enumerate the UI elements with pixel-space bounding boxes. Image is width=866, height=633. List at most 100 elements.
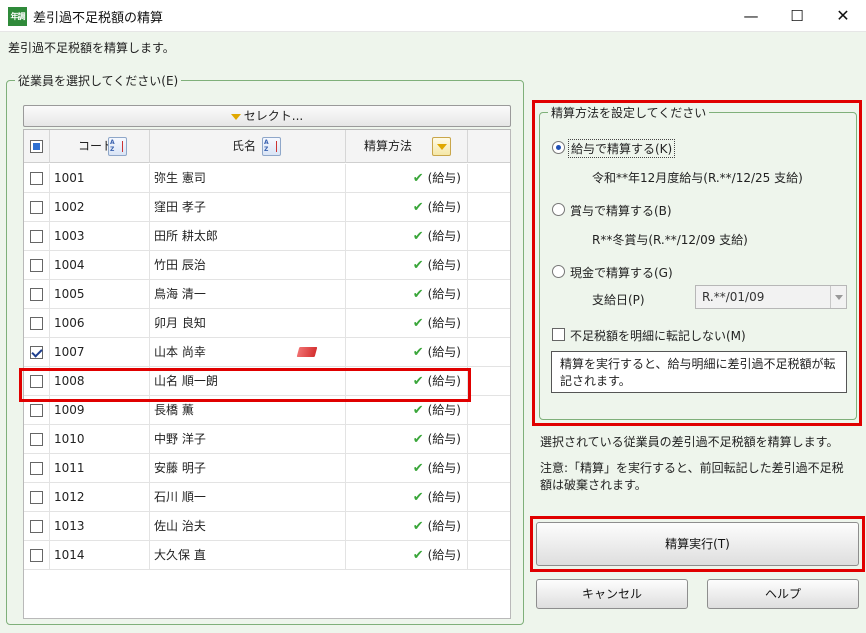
maximize-button[interactable]: ☐ <box>774 0 820 32</box>
row-extra <box>468 454 510 482</box>
checkmark-icon: ✔ <box>412 432 424 447</box>
row-code: 1006 <box>50 309 150 337</box>
row-select-cell <box>24 425 50 453</box>
row-extra <box>468 251 510 279</box>
row-method: ✔ (給与) <box>346 454 468 482</box>
select-button[interactable]: セレクト... <box>23 105 511 127</box>
table-row[interactable]: 1004 竹田 辰治 ✔ (給与) <box>24 251 510 280</box>
row-method-text: (給与) <box>427 461 461 475</box>
row-select-cell <box>24 512 50 540</box>
dialog-body: 差引過不足税額を精算します。 従業員を選択してください(E) セレクト... コ… <box>0 32 866 633</box>
row-method: ✔ (給与) <box>346 483 468 511</box>
row-extra <box>468 338 510 366</box>
table-row[interactable]: 1010 中野 洋子 ✔ (給与) <box>24 425 510 454</box>
row-name: 竹田 辰治 <box>150 251 346 279</box>
minimize-button[interactable]: — <box>728 0 774 32</box>
table-row[interactable]: 1003 田所 耕太郎 ✔ (給与) <box>24 222 510 251</box>
table-row[interactable]: 1014 大久保 直 ✔ (給与) <box>24 541 510 570</box>
row-method: ✔ (給与) <box>346 309 468 337</box>
table-row[interactable]: 1001 弥生 憲司 ✔ (給与) <box>24 164 510 193</box>
checkmark-icon: ✔ <box>412 316 424 331</box>
row-method: ✔ (給与) <box>346 280 468 308</box>
row-select-cell <box>24 454 50 482</box>
select-button-label: セレクト... <box>243 109 304 123</box>
row-checkbox[interactable] <box>30 317 43 330</box>
row-method-text: (給与) <box>427 287 461 301</box>
table-row[interactable]: 1012 石川 順一 ✔ (給与) <box>24 483 510 512</box>
highlight-method-group <box>532 100 862 426</box>
table-row[interactable]: 1007 山本 尚幸 ✔ (給与) <box>24 338 510 367</box>
row-checkbox[interactable] <box>30 433 43 446</box>
window-title: 差引過不足税額の精算 <box>33 11 164 26</box>
row-checkbox[interactable] <box>30 520 43 533</box>
header-extra <box>468 130 510 163</box>
row-code: 1013 <box>50 512 150 540</box>
header-select-all-cell <box>24 130 50 163</box>
table-row[interactable]: 1006 卯月 良知 ✔ (給与) <box>24 309 510 338</box>
info-text-2: 注意:「精算」を実行すると、前回転記した差引過不足税額は破棄されます。 <box>540 461 844 492</box>
header-name-label: 氏名 <box>232 139 257 153</box>
dropdown-triangle-icon <box>230 113 241 120</box>
table-row[interactable]: 1002 窪田 孝子 ✔ (給与) <box>24 193 510 222</box>
row-code: 1014 <box>50 541 150 569</box>
filter-triangle-icon <box>437 144 447 150</box>
row-checkbox[interactable] <box>30 288 43 301</box>
filter-method-icon[interactable] <box>432 137 451 156</box>
row-method-text: (給与) <box>427 548 461 562</box>
table-row[interactable]: 1011 安藤 明子 ✔ (給与) <box>24 454 510 483</box>
sort-code-icon[interactable] <box>108 137 127 156</box>
row-code: 1002 <box>50 193 150 221</box>
row-name-text: 鳥海 清一 <box>154 287 206 301</box>
row-extra <box>468 222 510 250</box>
info-text-1: 選択されている従業員の差引過不足税額を精算します。 <box>540 435 839 449</box>
row-method: ✔ (給与) <box>346 222 468 250</box>
row-name-text: 大久保 直 <box>154 548 206 562</box>
header-code: コード <box>50 130 150 163</box>
row-checkbox[interactable] <box>30 549 43 562</box>
close-button[interactable]: ✕ <box>820 0 866 32</box>
help-button[interactable]: ヘルプ <box>707 579 859 609</box>
table-row[interactable]: 1013 佐山 治夫 ✔ (給与) <box>24 512 510 541</box>
row-method-text: (給与) <box>427 258 461 272</box>
row-name-text: 窪田 孝子 <box>154 200 206 214</box>
row-method: ✔ (給与) <box>346 251 468 279</box>
row-name: 田所 耕太郎 <box>150 222 346 250</box>
row-name: 窪田 孝子 <box>150 193 346 221</box>
cancel-button[interactable]: キャンセル <box>536 579 688 609</box>
row-name: 卯月 良知 <box>150 309 346 337</box>
row-code: 1012 <box>50 483 150 511</box>
header-method: 精算方法 <box>346 130 468 163</box>
row-checkbox[interactable] <box>30 230 43 243</box>
row-checkbox[interactable] <box>30 462 43 475</box>
row-method-text: (給与) <box>427 229 461 243</box>
row-select-cell <box>24 280 50 308</box>
checkmark-icon: ✔ <box>412 229 424 244</box>
row-checkbox[interactable] <box>30 201 43 214</box>
row-checkbox[interactable] <box>30 172 43 185</box>
row-method-text: (給与) <box>427 432 461 446</box>
row-code: 1004 <box>50 251 150 279</box>
row-method-text: (給与) <box>427 403 461 417</box>
row-name-text: 石川 順一 <box>154 490 206 504</box>
row-checkbox[interactable] <box>30 346 43 359</box>
row-name-text: 竹田 辰治 <box>154 258 206 272</box>
table-row[interactable]: 1005 鳥海 清一 ✔ (給与) <box>24 280 510 309</box>
row-method-text: (給与) <box>427 345 461 359</box>
row-method: ✔ (給与) <box>346 193 468 221</box>
select-all-checkbox[interactable] <box>30 140 43 153</box>
row-checkbox[interactable] <box>30 259 43 272</box>
checkmark-icon: ✔ <box>412 287 424 302</box>
row-code: 1007 <box>50 338 150 366</box>
row-code: 1011 <box>50 454 150 482</box>
row-name-text: 長橋 薫 <box>154 403 194 417</box>
highlight-selected-row <box>19 368 471 402</box>
flag-icon <box>296 347 318 357</box>
checkmark-icon: ✔ <box>412 403 424 418</box>
sort-name-icon[interactable] <box>262 137 281 156</box>
row-name: 石川 順一 <box>150 483 346 511</box>
row-checkbox[interactable] <box>30 404 43 417</box>
row-name-text: 佐山 治夫 <box>154 519 206 533</box>
row-checkbox[interactable] <box>30 491 43 504</box>
row-method: ✔ (給与) <box>346 425 468 453</box>
row-select-cell <box>24 541 50 569</box>
